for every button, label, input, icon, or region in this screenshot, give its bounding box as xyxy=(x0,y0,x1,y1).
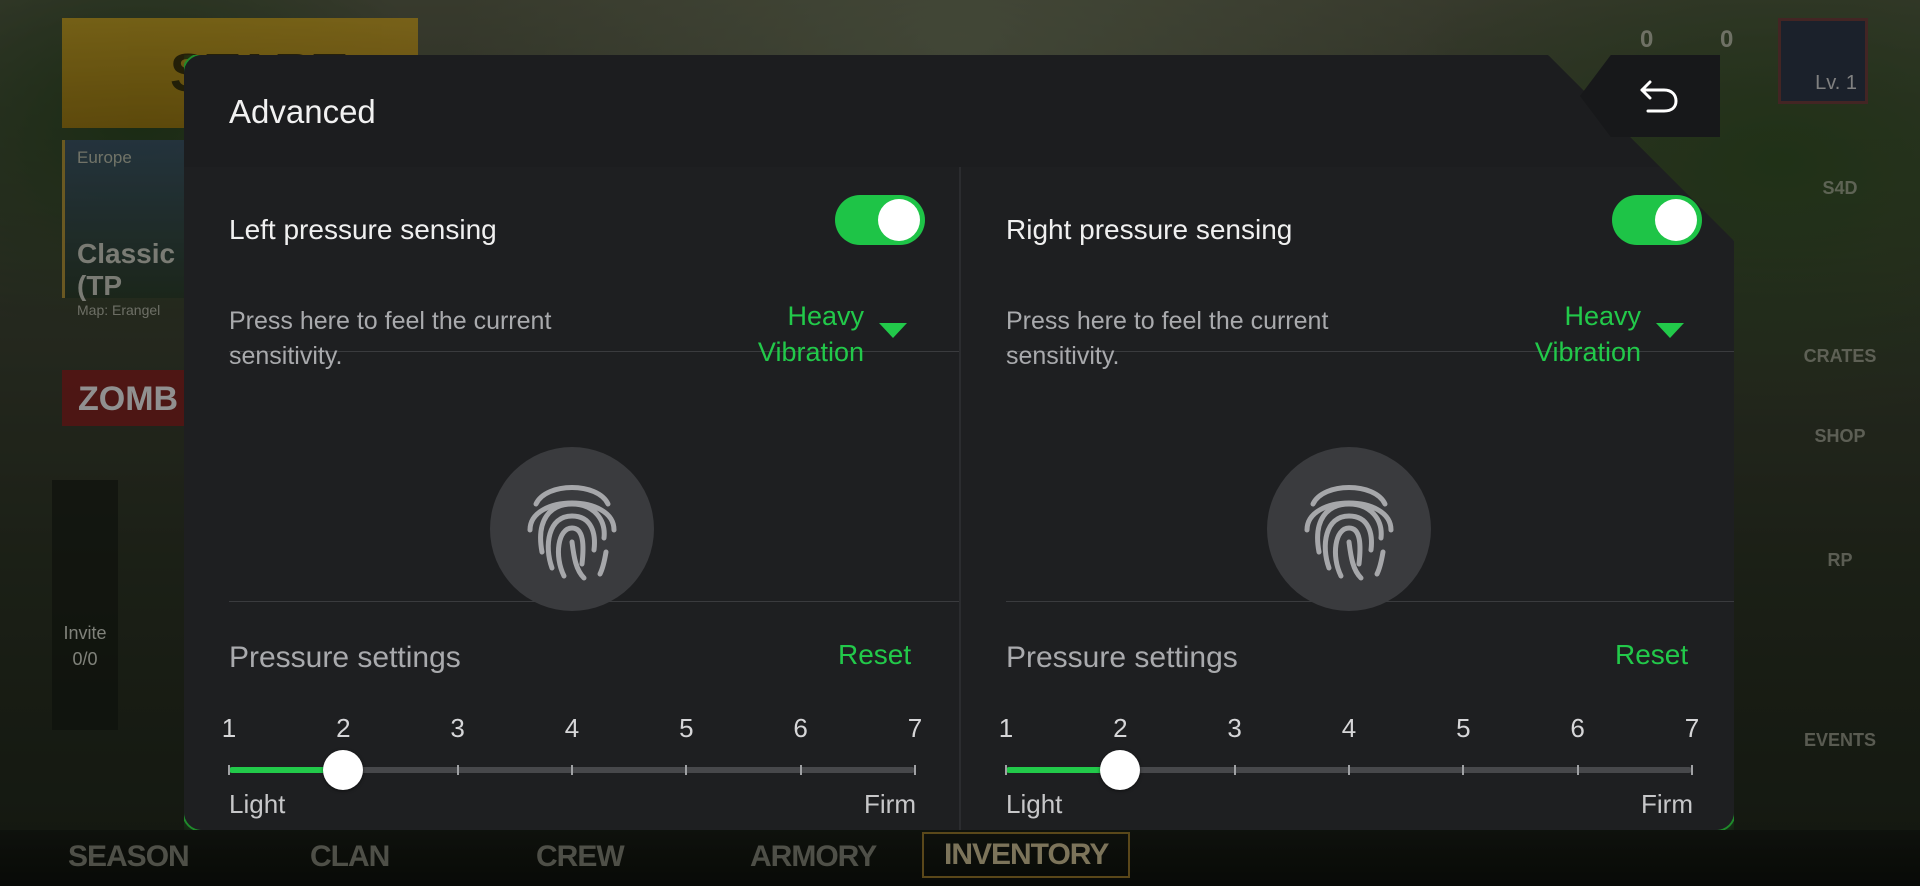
scale-label: 7 xyxy=(907,713,923,743)
vibration-line2: Vibration xyxy=(757,337,864,367)
left-pressure-toggle[interactable] xyxy=(835,195,925,245)
scale-label: 4 xyxy=(1341,713,1357,743)
back-arrow-icon xyxy=(1640,80,1678,113)
toggle-knob xyxy=(878,199,920,241)
right-min-label: Light xyxy=(1006,789,1063,819)
scale-label: 5 xyxy=(679,713,694,743)
slider-tick xyxy=(456,765,459,775)
divider xyxy=(229,601,959,602)
right-reset-button[interactable]: Reset xyxy=(1615,639,1688,671)
chevron-down-icon[interactable] xyxy=(879,323,907,338)
chevron-down-icon[interactable] xyxy=(1656,323,1684,338)
slider-tick xyxy=(571,765,573,775)
scale-label: 3 xyxy=(1227,713,1242,743)
left-max-label: Firm xyxy=(864,789,916,819)
fingerprint-icon xyxy=(1304,485,1394,581)
dialog-header: Advanced xyxy=(184,55,1734,167)
right-panel: Right pressure sensing Press here to fee… xyxy=(959,167,1734,830)
left-pressure-slider-thumb[interactable] xyxy=(323,750,364,790)
fingerprint-icon xyxy=(527,485,617,581)
scale-label: 1 xyxy=(998,713,1014,743)
right-scale-labels: 1 2 3 4 5 6 7 xyxy=(999,713,1699,743)
slider-tick xyxy=(1005,765,1007,775)
slider-tick xyxy=(1348,765,1350,775)
slider-tick xyxy=(1462,765,1465,775)
right-pressure-label: Right pressure sensing xyxy=(1006,214,1293,245)
right-pressure-toggle[interactable] xyxy=(1612,195,1702,245)
right-sensitivity-hint: Press here to feel the current sensitivi… xyxy=(1006,307,1329,370)
left-panel: Left pressure sensing Press here to feel… xyxy=(184,167,959,830)
scale-label: 1 xyxy=(221,713,237,743)
slider-tick xyxy=(685,765,688,775)
slider-tick xyxy=(1576,765,1579,775)
slider-tick xyxy=(1233,765,1236,775)
slider-tick xyxy=(799,765,802,775)
slider-tick xyxy=(914,765,916,775)
scale-label: 2 xyxy=(1113,713,1128,743)
left-sensitivity-hint: Press here to feel the current sensitivi… xyxy=(229,307,552,370)
vibration-line1: Heavy xyxy=(787,301,864,331)
scale-label: 6 xyxy=(1570,713,1585,743)
left-pressure-label: Left pressure sensing xyxy=(229,214,497,245)
right-vibration-dropdown[interactable]: Heavy Vibration xyxy=(1491,298,1641,370)
scale-label: 4 xyxy=(564,713,580,743)
advanced-dialog: Advanced Left pressure sensing Press her… xyxy=(184,55,1734,830)
right-pressure-settings-label: Pressure settings xyxy=(1006,641,1238,674)
dialog-title: Advanced xyxy=(229,93,376,130)
slider-tick xyxy=(228,765,230,775)
scale-label: 5 xyxy=(1456,713,1471,743)
scale-label: 3 xyxy=(450,713,465,743)
divider xyxy=(1006,601,1734,602)
scale-label: 2 xyxy=(336,713,351,743)
right-pressure-slider-thumb[interactable] xyxy=(1100,750,1141,790)
toggle-knob xyxy=(1655,199,1697,241)
left-min-label: Light xyxy=(229,789,286,819)
right-fingerprint-pad[interactable] xyxy=(1267,447,1431,611)
left-reset-button[interactable]: Reset xyxy=(838,639,911,671)
scale-label: 6 xyxy=(793,713,808,743)
slider-tick xyxy=(1691,765,1693,775)
vibration-line2: Vibration xyxy=(1534,337,1641,367)
vibration-line1: Heavy xyxy=(1564,301,1641,331)
left-scale-labels: 1 2 3 4 5 6 7 xyxy=(222,713,922,743)
right-max-label: Firm xyxy=(1641,789,1693,819)
left-vibration-dropdown[interactable]: Heavy Vibration xyxy=(714,298,864,370)
left-pressure-settings-label: Pressure settings xyxy=(229,641,461,674)
left-fingerprint-pad[interactable] xyxy=(490,447,654,611)
scale-label: 7 xyxy=(1684,713,1700,743)
